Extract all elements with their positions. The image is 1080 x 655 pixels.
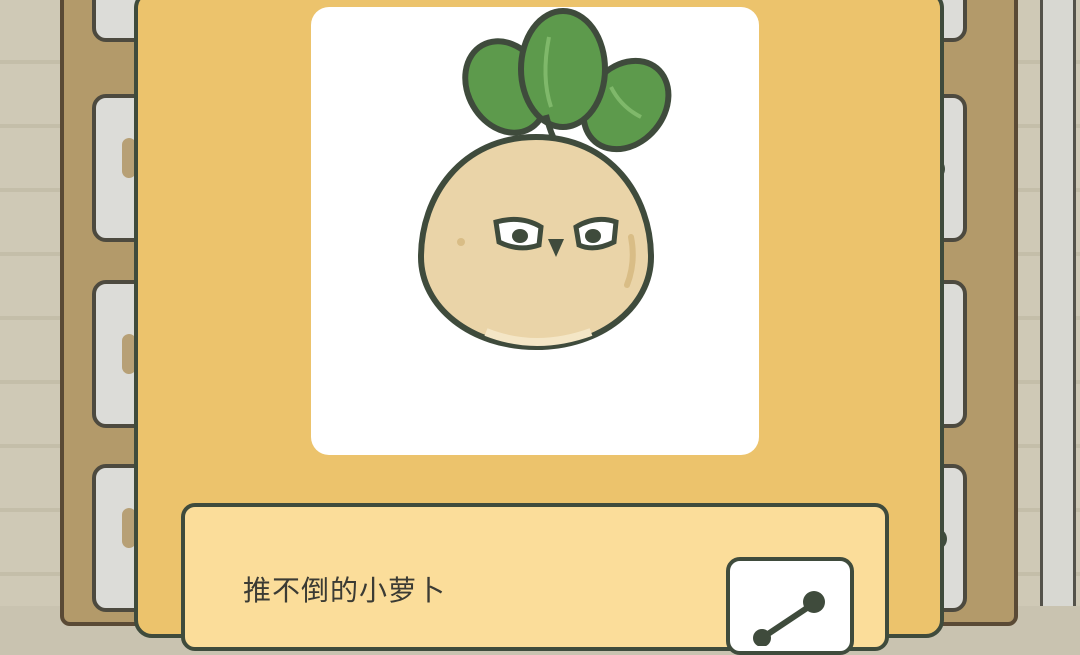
radish-character-icon (417, 8, 672, 351)
leaf-icon (518, 8, 608, 130)
share-button[interactable] (726, 557, 854, 655)
item-picture-card (311, 7, 759, 455)
item-name: 推不倒的小萝卜 (243, 574, 447, 607)
side-rail (1040, 0, 1076, 606)
share-icon (753, 591, 825, 646)
item-info-panel: 推不倒的小萝卜 (181, 503, 889, 655)
